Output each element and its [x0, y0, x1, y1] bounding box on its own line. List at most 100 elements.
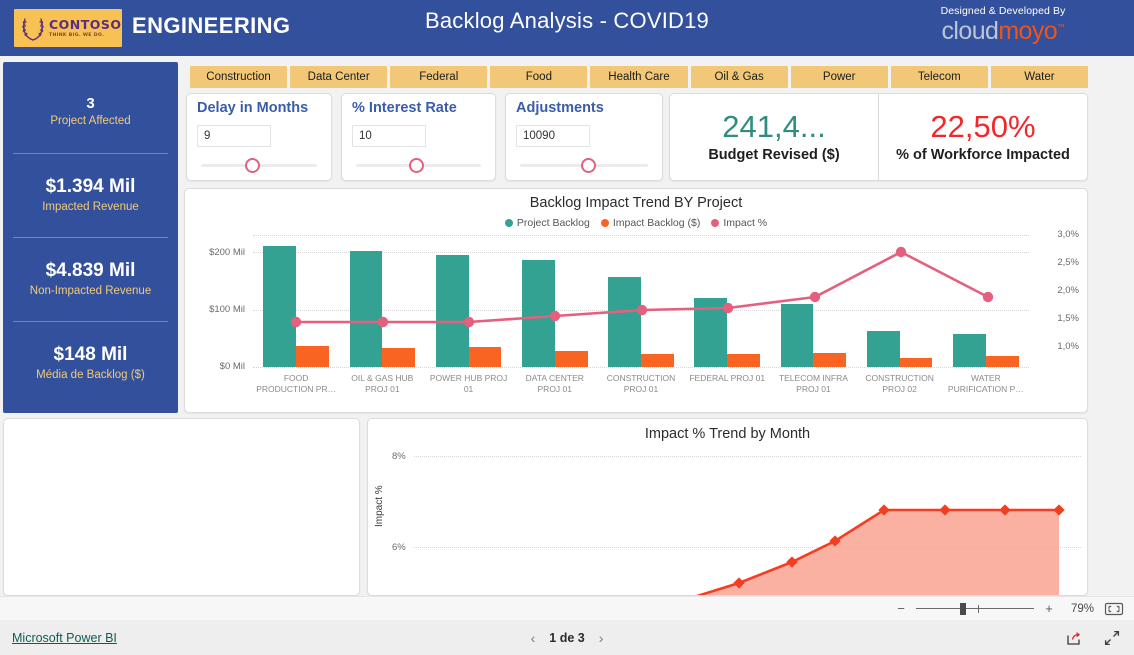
previous-page-button[interactable]: ‹ — [531, 630, 536, 646]
zoom-out-button[interactable]: − — [896, 601, 906, 616]
blank-visual-card — [3, 418, 360, 596]
tab-water[interactable]: Water — [990, 66, 1088, 88]
tab-federal[interactable]: Federal — [390, 66, 488, 88]
kpi-label: Média de Backlog ($) — [36, 369, 145, 382]
yaxis-right-tick: 2,0% — [1057, 285, 1079, 296]
slicer-slider[interactable] — [352, 157, 485, 173]
kpi-caption: % of Workforce Impacted — [896, 146, 1070, 163]
yaxis-left-tick: $200 Mil — [209, 247, 245, 258]
fit-to-page-icon[interactable] — [1104, 602, 1124, 616]
industry-tab-bar: Construction Data Center Federal Food He… — [190, 66, 1088, 88]
zoom-in-button[interactable]: + — [1044, 601, 1054, 616]
tab-construction[interactable]: Construction — [190, 66, 288, 88]
slicer-delay-in-months: Delay in Months 9 — [186, 93, 332, 181]
kpi-value: $148 Mil — [53, 344, 128, 366]
cloudmoyo-logo-part1: cloud — [941, 17, 999, 45]
zoom-slider-tick — [978, 604, 979, 613]
zoom-percent-label: 79% — [1070, 602, 1094, 615]
slicer-interest-rate: % Interest Rate 10 — [341, 93, 496, 181]
kpi-label: Impacted Revenue — [42, 201, 139, 214]
kpi-value: $4.839 Mil — [45, 260, 136, 282]
zoom-slider[interactable] — [916, 602, 1034, 615]
page-navigator: ‹ 1 de 3 › — [0, 630, 1134, 646]
xaxis-label: WATER PURIFICATION P… — [947, 373, 1024, 394]
legend-label: Impact % — [723, 217, 768, 229]
kpi-value: 241,4... — [722, 109, 826, 145]
kpi-value: 3 — [86, 94, 95, 112]
fullscreen-icon[interactable] — [1104, 630, 1120, 646]
tab-data-center[interactable]: Data Center — [290, 66, 388, 88]
slicer-value-input[interactable]: 10 — [352, 124, 426, 147]
impact-percent-trend-chart: Impact % Trend by Month Impact % 8% 6% — [367, 418, 1088, 596]
credit-caption: Designed & Developed By — [940, 5, 1066, 17]
tab-oil-and-gas[interactable]: Oil & Gas — [690, 66, 788, 88]
summary-kpi-card: 241,4... Budget Revised ($) 22,50% % of … — [669, 93, 1088, 181]
tab-telecom[interactable]: Telecom — [890, 66, 988, 88]
legend-label: Project Backlog — [516, 217, 590, 229]
slicer-value-input[interactable]: 9 — [197, 124, 271, 147]
legend-item-impact-backlog[interactable]: Impact Backlog ($) — [600, 217, 701, 229]
kpi-card-project-affected: 3 Project Affected — [13, 70, 168, 153]
chart-legend: Project Backlog Impact Backlog ($) Impac… — [185, 217, 1087, 229]
xaxis-label: DATA CENTER PROJ 01 — [525, 373, 584, 394]
kpi-card-non-impacted-revenue: $4.839 Mil Non-Impacted Revenue — [13, 237, 168, 321]
share-icon[interactable] — [1066, 630, 1082, 646]
xaxis-label: FOOD PRODUCTION PR… — [256, 373, 337, 394]
tab-power[interactable]: Power — [790, 66, 888, 88]
xaxis-label: OIL & GAS HUB PROJ 01 — [351, 373, 414, 394]
trademark-symbol: ™ — [1057, 22, 1065, 32]
slicer-adjustments: Adjustments 10090 — [505, 93, 663, 181]
slider-thumb[interactable] — [409, 157, 425, 173]
slicer-value-input[interactable]: 10090 — [516, 124, 590, 147]
zoom-slider-rail — [916, 607, 1034, 609]
kpi-value: 22,50% — [930, 109, 1036, 145]
cloudmoyo-logo: cloudmoyo™ — [908, 18, 1098, 44]
tab-food[interactable]: Food — [490, 66, 588, 88]
chart-plot-area: $200 Mil $100 Mil $0 Mil 3,0% 2,5% 2,0% … — [185, 229, 1087, 394]
yaxis-right-tick: 3,0% — [1057, 229, 1079, 240]
kpi-workforce-impacted: 22,50% % of Workforce Impacted — [878, 94, 1087, 180]
legend-item-project-backlog[interactable]: Project Backlog — [504, 217, 590, 229]
contoso-logo: CONTOSO THINK BIG. WE DO. — [14, 9, 122, 47]
slicer-title: Delay in Months — [197, 100, 309, 116]
kpi-sidebar: 3 Project Affected $1.394 Mil Impacted R… — [3, 62, 178, 413]
kpi-budget-revised: 241,4... Budget Revised ($) — [670, 94, 878, 180]
tab-health-care[interactable]: Health Care — [590, 66, 688, 88]
slicer-slider[interactable] — [516, 157, 652, 173]
report-footer: Microsoft Power BI ‹ 1 de 3 › — [0, 620, 1134, 655]
xaxis-label: FEDERAL PROJ 01 — [689, 373, 766, 383]
kpi-card-impacted-revenue: $1.394 Mil Impacted Revenue — [13, 153, 168, 237]
zoom-status-bar: − + 79% — [0, 596, 1134, 620]
backlog-impact-trend-chart: Backlog Impact Trend BY Project Project … — [184, 188, 1088, 413]
slicer-slider[interactable] — [197, 157, 321, 173]
zoom-slider-thumb[interactable] — [960, 602, 966, 615]
legend-label: Impact Backlog ($) — [612, 217, 701, 229]
slider-thumb[interactable] — [245, 157, 261, 173]
slicer-title: Adjustments — [516, 100, 604, 116]
yaxis-left-tick: $0 Mil — [219, 361, 245, 372]
slicer-title: % Interest Rate — [352, 100, 457, 116]
kpi-label: Non-Impacted Revenue — [29, 285, 152, 298]
kpi-caption: Budget Revised ($) — [708, 146, 840, 163]
xaxis-label: CONSTRUCTION PROJ 01 — [606, 373, 676, 394]
legend-swatch-icon — [504, 219, 513, 227]
report-header: CONTOSO THINK BIG. WE DO. ENGINEERING Ba… — [0, 0, 1134, 56]
yaxis-left-tick: $100 Mil — [209, 304, 245, 315]
xaxis-labels: FOOD PRODUCTION PR… OIL & GAS HUB PROJ 0… — [253, 373, 1029, 394]
xaxis-label: TELECOM INFRA PROJ 01 — [778, 373, 848, 394]
kpi-label: Project Affected — [50, 115, 131, 128]
laurel-wreath-icon — [18, 13, 48, 43]
xaxis-label: POWER HUB PROJ 01 — [429, 373, 508, 394]
chart-title: Backlog Impact Trend BY Project — [529, 195, 743, 211]
yaxis-right-tick: 2,5% — [1057, 257, 1079, 268]
chart-title: Impact % Trend by Month — [644, 426, 811, 442]
logo-tagline: THINK BIG. WE DO. — [49, 32, 105, 38]
powerbi-report-page: CONTOSO THINK BIG. WE DO. ENGINEERING Ba… — [0, 0, 1134, 655]
area-plot-area: 8% 6% — [368, 449, 1087, 595]
slider-thumb[interactable] — [581, 157, 597, 173]
next-page-button[interactable]: › — [599, 630, 604, 646]
developer-credit: Designed & Developed By cloudmoyo™ — [908, 5, 1098, 44]
legend-swatch-icon — [600, 219, 609, 227]
page-indicator: 1 de 3 — [549, 630, 585, 645]
legend-item-impact-pct[interactable]: Impact % — [711, 217, 767, 229]
